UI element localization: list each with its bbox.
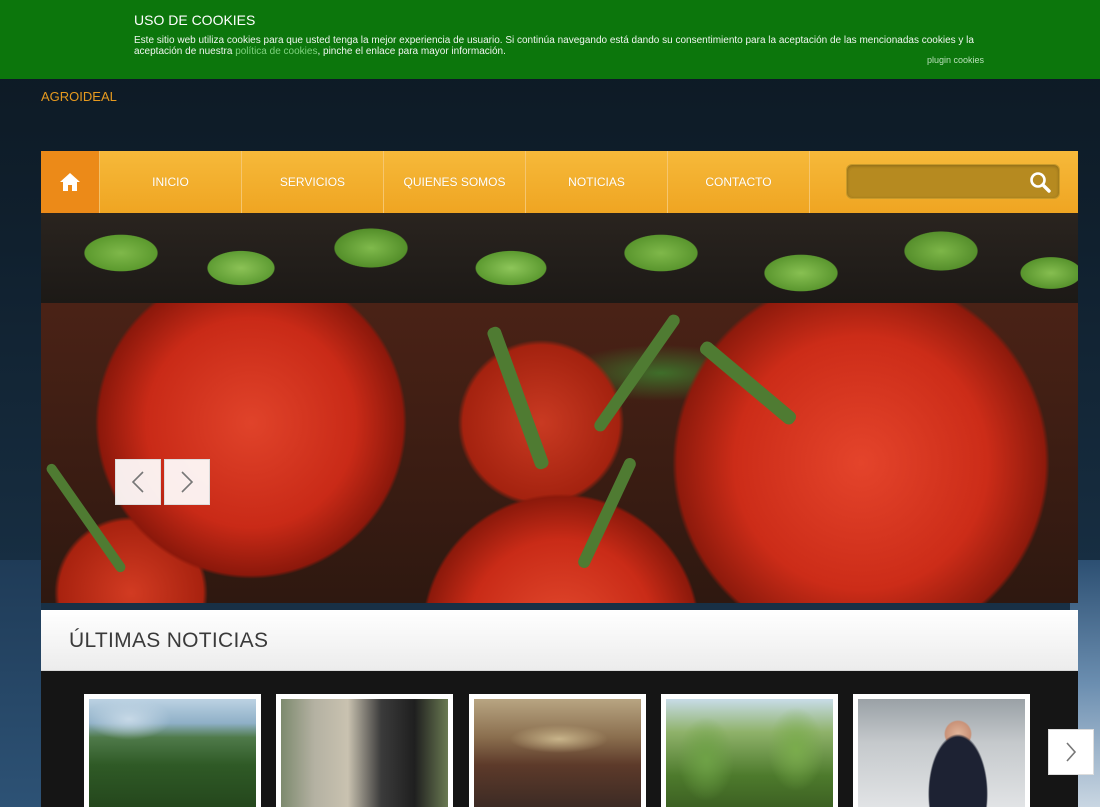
news-carousel <box>41 671 1078 807</box>
search-input[interactable] <box>847 165 1017 198</box>
news-image-parliament <box>474 699 641 807</box>
news-thumbnail[interactable] <box>469 694 646 807</box>
home-icon <box>60 173 80 191</box>
cookie-text: Este sitio web utiliza cookies para que … <box>134 35 994 57</box>
nav-item-inicio[interactable]: INICIO <box>100 151 242 213</box>
news-thumbnail[interactable] <box>276 694 453 807</box>
chevron-right-icon <box>181 471 194 493</box>
news-thumbnail[interactable] <box>661 694 838 807</box>
site-brand[interactable]: AGROIDEAL <box>41 89 117 104</box>
tomato-stem <box>576 456 638 570</box>
chevron-left-icon <box>131 471 144 493</box>
cookie-banner: USO DE COOKIES Este sitio web utiliza co… <box>0 0 1100 79</box>
nav-item-quienes-somos[interactable]: QUIENES SOMOS <box>384 151 526 213</box>
hero-seedlings-image <box>41 213 1078 303</box>
chevron-right-icon <box>1066 742 1077 762</box>
hero-slider <box>41 213 1078 603</box>
cookie-title: USO DE COOKIES <box>134 12 256 28</box>
news-next-button[interactable] <box>1048 729 1094 775</box>
plugin-cookies-link[interactable]: plugin cookies <box>927 55 984 65</box>
nav-item-contacto[interactable]: CONTACTO <box>668 151 810 213</box>
search-box <box>846 164 1060 199</box>
news-image-camera <box>281 699 448 807</box>
news-title: ÚLTIMAS NOTICIAS <box>69 629 269 652</box>
news-image-banana-trees <box>666 699 833 807</box>
tomato-stem <box>697 339 799 427</box>
tomato-stem <box>591 312 683 434</box>
slider-next-button[interactable] <box>164 459 210 505</box>
background-left <box>0 560 41 807</box>
search-icon[interactable] <box>1029 171 1051 193</box>
nav-home-button[interactable] <box>41 151 100 213</box>
cookie-policy-link[interactable]: política de cookies <box>235 46 317 57</box>
news-thumbnail[interactable] <box>84 694 261 807</box>
cookie-text-after: , pinche el enlace para mayor informació… <box>317 46 506 57</box>
news-image-forest <box>89 699 256 807</box>
nav-item-servicios[interactable]: SERVICIOS <box>242 151 384 213</box>
news-image-speaker <box>858 699 1025 807</box>
news-header: ÚLTIMAS NOTICIAS <box>41 610 1078 671</box>
news-thumbnail[interactable] <box>853 694 1030 807</box>
slider-prev-button[interactable] <box>115 459 161 505</box>
nav-item-noticias[interactable]: NOTICIAS <box>526 151 668 213</box>
tomato-stem <box>485 325 551 471</box>
main-nav: INICIO SERVICIOS QUIENES SOMOS NOTICIAS … <box>41 151 1078 213</box>
hero-tomatoes-image <box>41 303 1078 603</box>
